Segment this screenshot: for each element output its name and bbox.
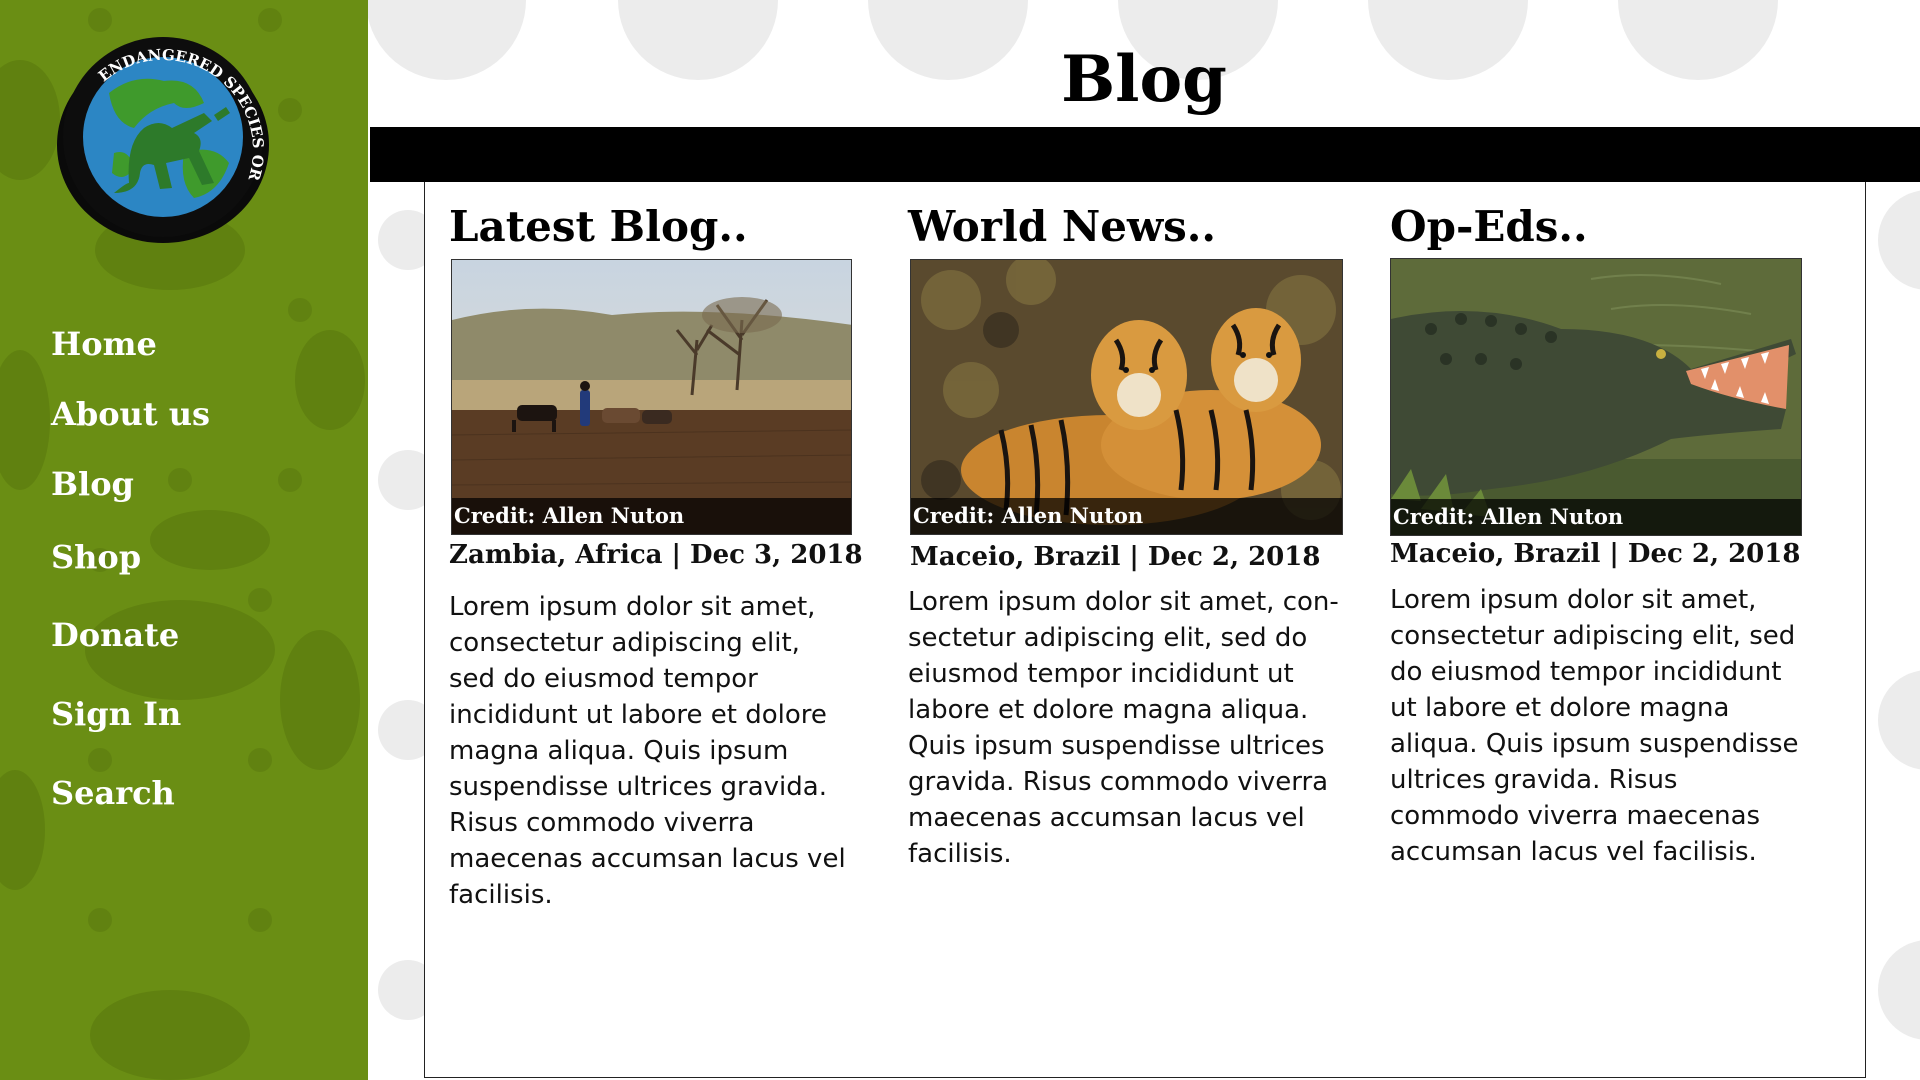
- blog-column-latest: Latest Blog..: [449, 206, 869, 248]
- main-content: Blog Latest Blog.. Credit: Allen Nuton Z…: [368, 0, 1920, 1080]
- world-news-photo[interactable]: Credit: Allen Nuton: [910, 259, 1343, 535]
- main-nav: Home About us Blog Shop Donate Sign In S…: [0, 0, 368, 1080]
- post-excerpt: Lorem ipsum dolor sit amet, consectetur …: [1390, 585, 1799, 867]
- latest-blog-photo[interactable]: Credit: Allen Nuton: [451, 259, 852, 535]
- blog-content-panel: Latest Blog.. Credit: Allen Nuton Zambia…: [424, 182, 1866, 1078]
- column-heading: World News..: [908, 202, 1216, 251]
- nav-item-search[interactable]: Search: [51, 774, 175, 812]
- photo-credit: Credit: Allen Nuton: [1391, 499, 1801, 535]
- two-tigers-photo: [911, 260, 1342, 534]
- nav-item-sign-in[interactable]: Sign In: [51, 695, 181, 733]
- header-band: [370, 127, 1920, 182]
- op-eds-photo[interactable]: Credit: Allen Nuton: [1390, 258, 1802, 536]
- crocodile-photo: [1391, 259, 1801, 535]
- post-excerpt: Lorem ipsum dolor sit amet, consectetur …: [449, 592, 846, 910]
- savanna-cattle-herder-photo: [452, 260, 851, 534]
- photo-credit: Credit: Allen Nuton: [911, 498, 1342, 534]
- sidebar: ENDANGERED SPECIES ORGANIZATION Home Abo…: [0, 0, 368, 1080]
- page-title: Blog: [1061, 42, 1227, 117]
- blog-column-op-eds: Op-Eds..: [1390, 206, 1810, 248]
- post-location-date: Maceio, Brazil | Dec 2, 2018: [910, 542, 1321, 572]
- post-excerpt: Lorem ipsum dolor sit amet, con-sectetur…: [908, 587, 1339, 869]
- nav-item-donate[interactable]: Donate: [51, 616, 179, 654]
- nav-item-home[interactable]: Home: [51, 325, 157, 363]
- post-location-date: Maceio, Brazil | Dec 2, 2018: [1390, 539, 1801, 569]
- nav-item-about-us[interactable]: About us: [51, 395, 210, 433]
- blog-column-world-news: World News..: [908, 206, 1348, 248]
- column-heading: Latest Blog..: [449, 202, 748, 251]
- nav-item-blog[interactable]: Blog: [51, 465, 134, 503]
- post-location-date: Zambia, Africa | Dec 3, 2018: [449, 540, 863, 570]
- photo-credit: Credit: Allen Nuton: [452, 498, 851, 534]
- column-heading: Op-Eds..: [1390, 202, 1588, 251]
- nav-item-shop[interactable]: Shop: [51, 538, 141, 576]
